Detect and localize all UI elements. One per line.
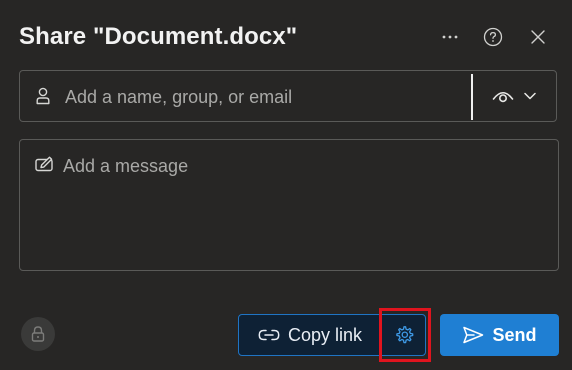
pen-icon: [35, 156, 53, 172]
more-options-icon: [442, 35, 458, 39]
help-button[interactable]: [480, 24, 506, 50]
link-settings-button[interactable]: [382, 315, 425, 355]
link-settings-lock-button[interactable]: [21, 317, 55, 351]
recipient-divider: [471, 74, 473, 120]
recipient-input[interactable]: [63, 79, 467, 115]
lock-icon: [31, 326, 45, 342]
send-label: Send: [492, 324, 537, 345]
more-options-button[interactable]: [437, 24, 463, 50]
close-button[interactable]: [525, 24, 551, 50]
eye-icon: [492, 91, 514, 103]
send-icon: [463, 326, 484, 344]
copy-link-label: Copy link: [287, 324, 363, 345]
chevron-down-icon: [524, 92, 536, 100]
gear-icon: [395, 326, 413, 344]
copy-link-group: Copy link: [238, 314, 426, 356]
message-input[interactable]: [63, 152, 543, 257]
person-icon: [36, 87, 50, 105]
recipient-field[interactable]: [19, 70, 557, 122]
permission-dropdown[interactable]: [482, 79, 552, 113]
link-icon: [258, 329, 280, 341]
share-dialog: Share "Document.docx" Add a name, group,…: [0, 0, 572, 370]
send-button[interactable]: Send: [440, 314, 559, 356]
dialog-title: Share "Document.docx": [19, 23, 298, 50]
message-field[interactable]: [19, 139, 559, 271]
help-icon: [483, 27, 503, 47]
close-icon: [531, 30, 545, 44]
copy-link-button[interactable]: Copy link: [239, 315, 381, 355]
